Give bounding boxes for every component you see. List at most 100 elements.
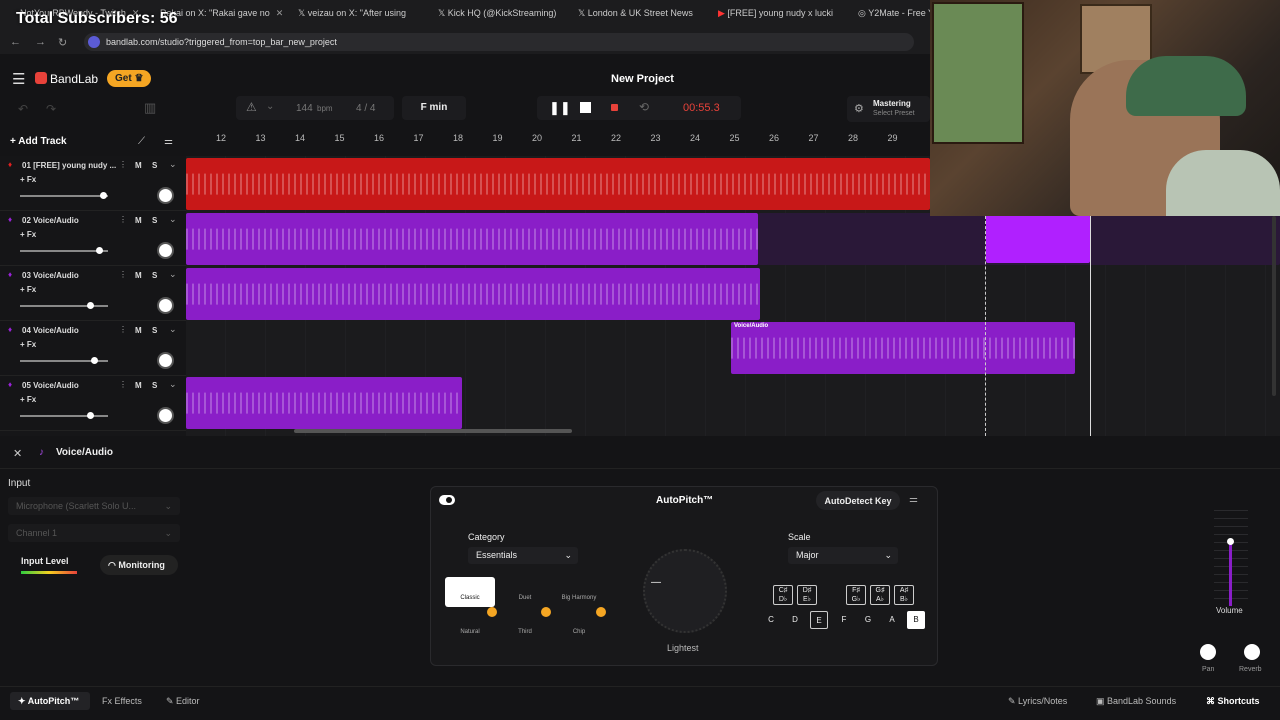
- pause-icon[interactable]: ❚❚: [549, 100, 571, 116]
- track-row[interactable]: ♦ 02 Voice/Audio ⋮ M S ⌄ + Fx: [0, 211, 186, 266]
- browser-tab[interactable]: 𝕏 Kick HQ (@KickStreaming): [438, 8, 570, 22]
- track-volume-thumb[interactable]: [87, 302, 94, 309]
- key-a[interactable]: A: [883, 611, 901, 629]
- track-volume-thumb[interactable]: [96, 247, 103, 254]
- track-row[interactable]: ♦ 01 [FREE] young nudy ... ⋮ M S ⌄ + Fx: [0, 156, 186, 211]
- track-volume-thumb[interactable]: [100, 192, 107, 199]
- mute-button[interactable]: M: [135, 216, 142, 225]
- audio-clip[interactable]: Voice/Audio: [731, 322, 1075, 374]
- track-pan-knob[interactable]: [157, 407, 174, 424]
- track-row[interactable]: ♦ 03 Voice/Audio ⋮ M S ⌄ + Fx: [0, 266, 186, 321]
- record-icon[interactable]: [611, 104, 618, 111]
- chevron-down-icon[interactable]: ⌄: [169, 214, 177, 225]
- solo-button[interactable]: S: [152, 161, 157, 170]
- preset-big-harmony[interactable]: Big Harmony: [554, 577, 604, 607]
- chevron-down-icon[interactable]: ⌄: [169, 324, 177, 335]
- input-device-select[interactable]: Microphone (Scarlett Solo U... ⌄: [8, 497, 180, 515]
- audio-clip[interactable]: [186, 213, 758, 265]
- wand-icon[interactable]: ⟋: [138, 136, 145, 147]
- add-fx-button[interactable]: + Fx: [20, 285, 36, 294]
- settings-sliders-icon[interactable]: ⚌: [164, 136, 173, 147]
- add-fx-button[interactable]: + Fx: [20, 340, 36, 349]
- track-row[interactable]: ♦ 05 Voice/Audio ⋮ M S ⌄ + Fx: [0, 376, 186, 431]
- bpm-value[interactable]: 144: [296, 103, 313, 114]
- key-selector[interactable]: F min: [402, 96, 466, 120]
- time-signature[interactable]: 4 / 4: [356, 103, 375, 114]
- key-f-sharp[interactable]: F♯ G♭: [846, 585, 866, 605]
- browser-tab[interactable]: ◎ Y2Mate - Free Y: [858, 8, 930, 22]
- audio-clip[interactable]: [186, 268, 760, 320]
- track-pan-knob[interactable]: [157, 242, 174, 259]
- monitoring-button[interactable]: ◠ Monitoring: [100, 555, 178, 575]
- key-g[interactable]: G: [859, 611, 877, 629]
- project-title[interactable]: New Project: [611, 73, 674, 85]
- channel-select[interactable]: Channel 1 ⌄: [8, 524, 180, 542]
- reload-icon[interactable]: ↻: [58, 36, 67, 49]
- menu-icon[interactable]: ☰: [12, 70, 25, 88]
- more-options-icon[interactable]: ⋮: [119, 160, 127, 169]
- key-e[interactable]: E: [810, 611, 828, 629]
- track-pan-knob[interactable]: [157, 187, 174, 204]
- mute-button[interactable]: M: [135, 381, 142, 390]
- track-row[interactable]: ♦ 04 Voice/Audio ⋮ M S ⌄ + Fx: [0, 321, 186, 376]
- mixer-icon[interactable]: ▥: [144, 100, 156, 116]
- key-d[interactable]: D: [786, 611, 804, 629]
- track-volume-thumb[interactable]: [91, 357, 98, 364]
- preset-classic[interactable]: Classic: [445, 577, 495, 607]
- reverb-knob[interactable]: [1244, 644, 1260, 660]
- forward-icon[interactable]: →: [35, 36, 46, 48]
- tab-editor[interactable]: ✎ Editor: [166, 696, 200, 707]
- browser-tab[interactable]: Rakai on X: "Rakai gave no ✕: [160, 8, 292, 22]
- vertical-scrollbar[interactable]: [1272, 216, 1276, 396]
- browser-tab[interactable]: 𝕏 veizau on X: "After using: [298, 8, 432, 22]
- undo-icon[interactable]: ↶: [18, 102, 28, 116]
- timeline-ruler[interactable]: 12 13 14 15 16 17 18 19 20 21 22 23 24 25 26 27 28 29: [186, 132, 930, 156]
- solo-button[interactable]: S: [152, 326, 157, 335]
- more-options-icon[interactable]: ⋮: [119, 270, 127, 279]
- key-f[interactable]: F: [835, 611, 853, 629]
- track-pan-knob[interactable]: [157, 352, 174, 369]
- track-volume-slider[interactable]: [20, 195, 108, 197]
- settings-sliders-icon[interactable]: ⚌: [909, 494, 918, 505]
- close-icon[interactable]: ✕: [276, 8, 284, 18]
- key-g-sharp[interactable]: G♯ A♭: [870, 585, 890, 605]
- audio-clip[interactable]: [186, 377, 462, 429]
- autopitch-toggle[interactable]: [439, 495, 455, 505]
- pan-knob[interactable]: [1200, 644, 1216, 660]
- shortcuts-button[interactable]: ⌘ Shortcuts: [1206, 696, 1260, 707]
- horizontal-scrollbar[interactable]: [294, 429, 572, 433]
- tab-autopitch[interactable]: ✦ AutoPitch™: [10, 692, 90, 710]
- autodetect-key-button[interactable]: AutoDetect Key: [816, 491, 900, 510]
- track-volume-slider[interactable]: [20, 415, 108, 417]
- key-c-sharp[interactable]: C♯ D♭: [773, 585, 793, 605]
- metronome-icon[interactable]: ⚠: [246, 100, 257, 114]
- track-name[interactable]: 02 Voice/Audio: [22, 216, 117, 225]
- track-name[interactable]: 05 Voice/Audio: [22, 381, 117, 390]
- add-fx-button[interactable]: + Fx: [20, 230, 36, 239]
- more-options-icon[interactable]: ⋮: [119, 380, 127, 389]
- browser-tab[interactable]: ▶ [FREE] young nudy x lucki: [718, 8, 850, 22]
- preset-duet[interactable]: Duet: [500, 577, 550, 607]
- mute-button[interactable]: M: [135, 161, 142, 170]
- mastering-button[interactable]: ⚙ Mastering Select Preset: [847, 96, 930, 122]
- get-button[interactable]: Get ♛: [107, 70, 151, 87]
- solo-button[interactable]: S: [152, 381, 157, 390]
- chevron-down-icon[interactable]: ⌄: [169, 379, 177, 390]
- bandlab-sounds-button[interactable]: ▣ BandLab Sounds: [1096, 696, 1176, 707]
- more-options-icon[interactable]: ⋮: [119, 325, 127, 334]
- loop-icon[interactable]: ⟲: [639, 100, 649, 114]
- track-name[interactable]: 03 Voice/Audio: [22, 271, 117, 280]
- track-volume-slider[interactable]: [20, 305, 108, 307]
- audio-clip[interactable]: [186, 158, 930, 210]
- stop-icon[interactable]: [580, 102, 591, 113]
- add-fx-button[interactable]: + Fx: [20, 395, 36, 404]
- browser-tab[interactable]: 𝕏 London & UK Street News: [578, 8, 710, 22]
- scale-select[interactable]: Major ⌄: [788, 547, 898, 564]
- lyrics-notes-button[interactable]: ✎ Lyrics/Notes: [1008, 696, 1067, 707]
- track-name[interactable]: 01 [FREE] young nudy ...: [22, 161, 117, 170]
- solo-button[interactable]: S: [152, 216, 157, 225]
- mute-button[interactable]: M: [135, 326, 142, 335]
- add-fx-button[interactable]: + Fx: [20, 175, 36, 184]
- add-track-button[interactable]: + Add Track: [10, 136, 67, 147]
- tab-effects[interactable]: Fx Effects: [102, 696, 142, 706]
